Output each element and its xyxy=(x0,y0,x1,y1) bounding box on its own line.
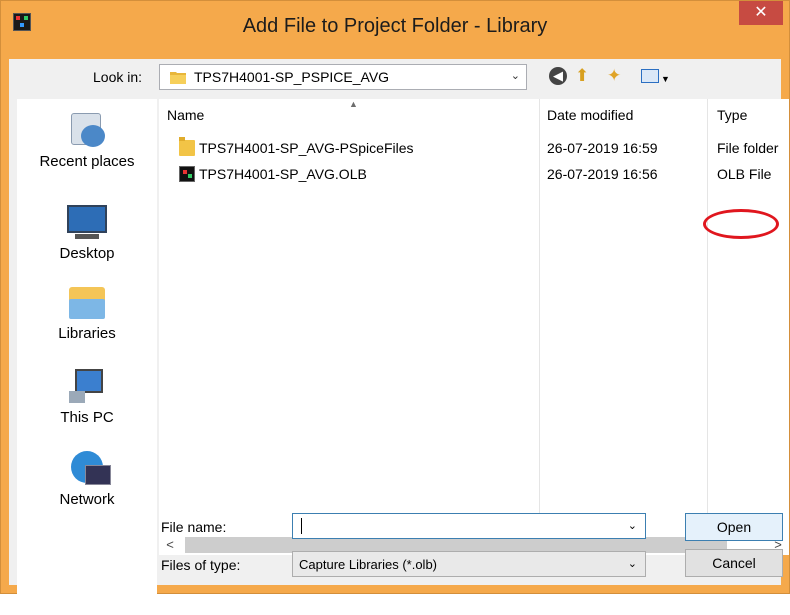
folder-icon xyxy=(179,137,195,156)
look-in-dropdown[interactable]: TPS7H4001-SP_PSPICE_AVG ⌄ xyxy=(159,64,527,90)
chevron-down-icon: ⌄ xyxy=(510,70,520,82)
desktop-icon xyxy=(65,205,109,241)
file-list[interactable]: ▲ Name Date modified Type TPS7H4001-SP_A… xyxy=(159,99,789,535)
place-label: Desktop xyxy=(59,245,115,262)
look-in-value: TPS7H4001-SP_PSPICE_AVG xyxy=(194,69,390,85)
chevron-down-icon[interactable]: ⌄ xyxy=(628,519,637,532)
place-label: Recent places xyxy=(39,153,135,170)
file-dialog-window: Add File to Project Folder - Library ✕ L… xyxy=(0,0,790,615)
open-button[interactable]: Open xyxy=(685,513,783,541)
cancel-button[interactable]: Cancel xyxy=(685,549,783,577)
file-type: OLB File xyxy=(717,166,772,182)
scroll-left-button[interactable]: < xyxy=(159,535,181,555)
column-header-name[interactable]: Name xyxy=(167,107,204,123)
olb-file-icon xyxy=(179,166,195,182)
red-highlight-circle xyxy=(703,209,779,239)
view-menu-icon[interactable] xyxy=(641,69,659,83)
back-icon[interactable]: ◀ xyxy=(549,67,567,85)
place-label: Libraries xyxy=(58,325,116,342)
new-folder-icon[interactable]: ✦ xyxy=(607,67,621,85)
place-libraries[interactable]: Libraries xyxy=(17,285,157,342)
sort-ascending-icon: ▲ xyxy=(349,99,358,109)
this-pc-icon xyxy=(65,369,109,405)
files-of-type-value: Capture Libraries (*.olb) xyxy=(299,557,438,572)
file-type: File folder xyxy=(717,140,779,156)
text-caret xyxy=(301,518,302,534)
place-desktop[interactable]: Desktop xyxy=(17,205,157,262)
place-this-pc[interactable]: This PC xyxy=(17,369,157,426)
close-button[interactable]: ✕ xyxy=(739,1,783,25)
place-label: This PC xyxy=(60,409,114,426)
place-label: Network xyxy=(59,491,115,508)
file-row[interactable]: TPS7H4001-SP_AVG-PSpiceFiles 26-07-2019 … xyxy=(159,137,789,159)
place-network[interactable]: Network xyxy=(17,451,157,508)
up-folder-icon[interactable]: ⬆ xyxy=(575,67,589,85)
chevron-down-icon: ⌄ xyxy=(627,558,637,570)
place-recent-places[interactable]: Recent places xyxy=(17,113,157,170)
window-title: Add File to Project Folder - Library xyxy=(242,15,548,37)
dialog-body: Look in: TPS7H4001-SP_PSPICE_AVG ⌄ ◀ ⬆ ✦… xyxy=(9,59,789,615)
file-row[interactable]: TPS7H4001-SP_AVG.OLB 26-07-2019 16:56 OL… xyxy=(159,163,789,185)
look-in-label: Look in: xyxy=(93,69,143,85)
file-name-input[interactable]: ⌄ xyxy=(292,513,646,539)
file-name: TPS7H4001-SP_AVG.OLB xyxy=(199,166,367,182)
libraries-icon xyxy=(65,285,109,321)
network-icon xyxy=(65,451,111,487)
files-of-type-select[interactable]: Capture Libraries (*.olb) ⌄ xyxy=(292,551,646,577)
column-header-type[interactable]: Type xyxy=(717,107,747,123)
folder-icon xyxy=(170,72,186,84)
file-date: 26-07-2019 16:56 xyxy=(547,166,658,182)
column-header-date[interactable]: Date modified xyxy=(547,107,633,123)
recent-places-icon xyxy=(65,113,109,149)
file-date: 26-07-2019 16:59 xyxy=(547,140,658,156)
files-of-type-label: Files of type: xyxy=(161,557,241,573)
file-name: TPS7H4001-SP_AVG-PSpiceFiles xyxy=(199,140,414,156)
view-menu-arrow-icon[interactable]: ▼ xyxy=(661,70,670,88)
places-bar: Recent places Desktop Libraries This PC … xyxy=(17,99,157,615)
title-bar: Add File to Project Folder - Library ✕ xyxy=(1,1,789,59)
file-name-label: File name: xyxy=(161,519,227,535)
